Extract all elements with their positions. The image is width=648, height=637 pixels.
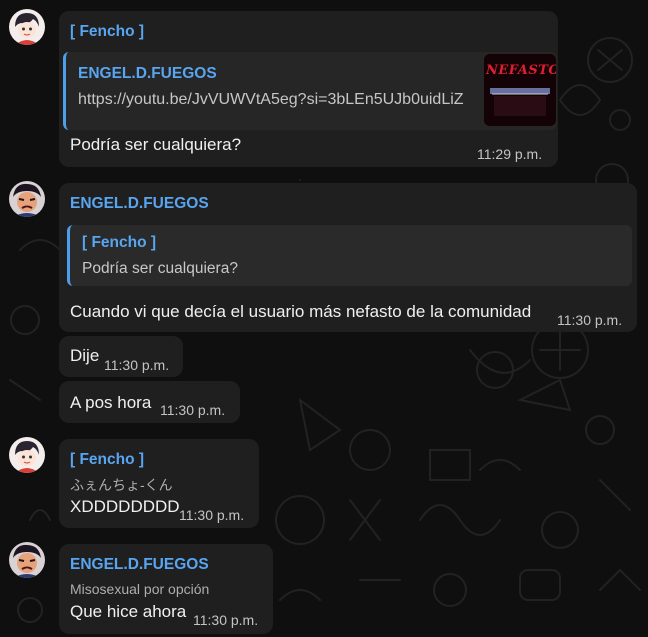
message-bubble[interactable]: [ Fencho ] ENGEL.D.FUEGOS https://youtu.… [59,11,558,167]
message-time: 11:30 p.m. [193,612,259,628]
sender-name[interactable]: [ Fencho ] [70,23,144,41]
avatar[interactable] [9,542,45,578]
sender-subtitle: Misosexual por opción [70,581,210,597]
message-bubble[interactable]: ENGEL.D.FUEGOS Misosexual por opción Que… [59,544,273,634]
thumbnail-text: Nefasto [486,63,556,78]
message-time: 11:30 p.m. [179,507,245,523]
avatar[interactable] [9,437,45,473]
link-preview[interactable]: ENGEL.D.FUEGOS https://youtu.be/JvVUWVtA… [63,52,557,130]
message-bubble[interactable]: A pos hora 11:30 p.m. [59,381,240,423]
message-time: 11:29 p.m. [477,146,543,162]
message-time: 11:30 p.m. [557,312,623,328]
message-bubble[interactable]: Dije 11:30 p.m. [59,336,183,377]
avatar-fencho-icon [9,437,45,473]
message-time: 11:30 p.m. [160,402,226,418]
avatar[interactable] [9,9,45,45]
link-preview-title: ENGEL.D.FUEGOS [78,65,217,82]
message-text: A pos hora [70,393,152,412]
message-bubble[interactable]: [ Fencho ] ふぇんちょ-くん XDDDDDDDD 11:30 p.m. [59,439,259,528]
avatar-engel-icon [9,542,45,578]
reply-quote-name: [ Fencho ] [82,234,157,251]
reply-quote-text: Podría ser cualquiera? [82,260,238,277]
avatar[interactable] [9,181,45,217]
sender-subtitle: ふぇんちょ-くん [70,477,173,493]
sender-name[interactable]: ENGEL.D.FUEGOS [70,556,209,574]
link-preview-url[interactable]: https://youtu.be/JvVUWVtA5eg?si=3bLEn5UJ… [78,91,464,109]
link-preview-thumbnail[interactable]: Nefasto [484,54,556,126]
avatar-fencho-icon [9,9,45,45]
message-text: Que hice ahora [70,602,187,621]
sender-name[interactable]: [ Fencho ] [70,451,144,469]
message-bubble[interactable]: ENGEL.D.FUEGOS [ Fencho ] Podría ser cua… [59,183,637,332]
message-text: Dije [70,346,100,365]
message-text: Podría ser cualquiera? [70,135,242,154]
avatar-engel-icon [9,181,45,217]
message-time: 11:30 p.m. [104,357,170,373]
reply-quote[interactable]: [ Fencho ] Podría ser cualquiera? [67,225,632,286]
sender-name[interactable]: ENGEL.D.FUEGOS [70,195,209,213]
message-text: XDDDDDDDD [70,497,180,516]
message-text: Cuando vi que decía el usuario más nefas… [70,302,532,321]
